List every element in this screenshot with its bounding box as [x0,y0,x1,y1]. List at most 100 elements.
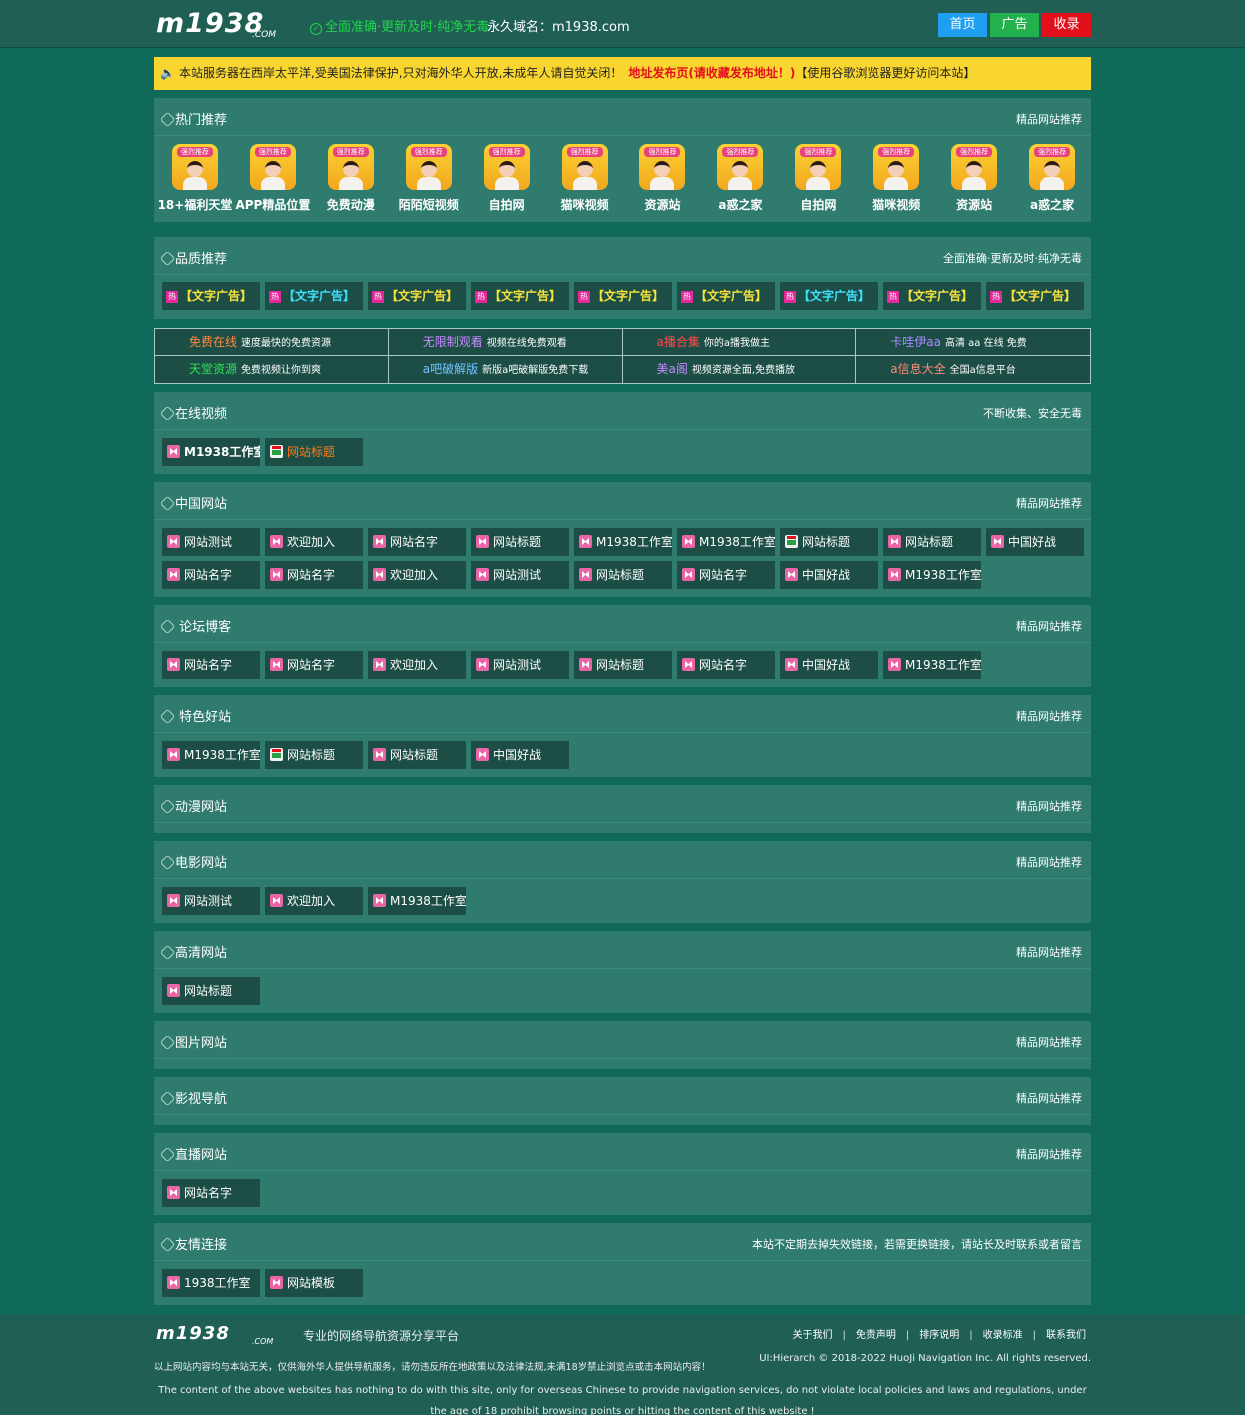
footer-logo[interactable]: m1938 .COM [156,1325,301,1347]
site-tile[interactable]: 网站标题 [883,528,981,556]
site-tile[interactable]: 欢迎加入 [265,528,363,556]
site-tile[interactable]: 网站测试 [471,651,569,679]
footer-link-separator: | [969,1330,973,1341]
site-tile[interactable]: 欢迎加入 [368,561,466,589]
featured-link-desc: 高清 aa 在线 免费 [944,338,1027,349]
site-tile[interactable]: 网站名字 [162,651,260,679]
slogan-text: 全面准确·更新及时·纯净无毒 [325,20,490,35]
footer-link[interactable]: 免责声明 [856,1330,896,1341]
footer-link[interactable]: 收录标准 [983,1330,1023,1341]
footer-link[interactable]: 联系我们 [1046,1330,1086,1341]
avatar-body [572,177,597,190]
footer-link[interactable]: 排序说明 [919,1330,959,1341]
text-ad[interactable]: 热【文字广告】 [574,282,672,310]
hot-item[interactable]: 强烈推荐 陌陌短视频 [390,144,468,213]
hot-item[interactable]: 强烈推荐 18+福利天堂 [156,144,234,213]
featured-link[interactable]: 美a阁 视频资源全面,免费播放 [623,356,857,383]
footer-link-separator: | [842,1330,846,1341]
site-tile[interactable]: 网站测试 [471,561,569,589]
site-tile[interactable]: 欢迎加入 [265,887,363,915]
avatar-face [888,161,905,177]
site-tile[interactable]: 1938工作室 [162,1269,260,1297]
site-tile[interactable]: 中国好战 [780,651,878,679]
ad-button[interactable]: 广告 [990,13,1039,37]
site-tile[interactable]: 网站标题 [265,741,363,769]
site-tile[interactable]: M1938工作室 [883,561,981,589]
featured-link[interactable]: 天堂资源 免费视频让你到爽 [155,356,389,383]
text-ad[interactable]: 热【文字广告】 [780,282,878,310]
site-tile[interactable]: M1938工作室 [368,887,466,915]
site-tile-label: 网站标题 [287,445,336,459]
featured-link[interactable]: 免费在线 速度最快的免费资源 [155,329,389,356]
text-ad[interactable]: 热【文字广告】 [986,282,1084,310]
site-tile[interactable]: 网站标题 [162,977,260,1005]
site-tile[interactable]: 网站测试 [162,528,260,556]
featured-link[interactable]: 无限制观看 视频在线免费观看 [388,329,623,356]
site-tile[interactable]: 中国好战 [986,528,1084,556]
site-tile[interactable]: 网站标题 [368,741,466,769]
site-tile-label: 网站标题 [184,984,233,998]
featured-link[interactable]: a吧破解版 新版a吧破解版免费下载 [389,356,623,383]
text-ad[interactable]: 热【文字广告】 [677,282,775,310]
hot-item[interactable]: 强烈推荐 免费动漫 [312,144,390,213]
hot-item[interactable]: 强烈推荐 a惑之家 [1013,144,1091,213]
hot-item[interactable]: 强烈推荐 自拍网 [779,144,857,213]
hot-recommend-section: 热门推荐 精品网站推荐 强烈推荐 18+福利天堂 强烈推荐 APP精品位置 强烈推荐 免费… [154,98,1091,222]
site-tile[interactable]: 网站标题 [574,561,672,589]
site-tile[interactable]: 网站标题 [574,651,672,679]
text-ad[interactable]: 热【文字广告】 [883,282,981,310]
hot-item[interactable]: 强烈推荐 APP精品位置 [234,144,312,213]
hot-item[interactable]: 强烈推荐 自拍网 [468,144,546,213]
text-ad[interactable]: 热【文字广告】 [471,282,569,310]
text-ad[interactable]: 热【文字广告】 [162,282,260,310]
home-button[interactable]: 首页 [938,13,987,37]
site-tile[interactable]: M1938工作室 [574,528,672,556]
site-tile[interactable]: 网站模板 [265,1269,363,1297]
featured-link[interactable]: a播合集 你的a播我做主 [622,329,857,356]
text-ad[interactable]: 热【文字广告】 [368,282,466,310]
featured-link-name: 免费在线 [189,335,238,349]
hot-item-label: 自拍网 [800,198,837,212]
recommend-badge: 强烈推荐 [176,147,213,157]
recommend-badge: 强烈推荐 [254,147,291,157]
publish-page-link[interactable]: 地址发布页(请收藏发布地址！) [628,66,795,80]
link-icon [159,250,176,267]
hot-item[interactable]: 强烈推荐 猫咪视频 [546,144,624,213]
site-tile[interactable]: 中国好战 [780,561,878,589]
site-tile[interactable]: M1938工作室 [883,651,981,679]
site-tile[interactable]: 中国好战 [471,741,569,769]
site-tile[interactable]: 网站名字 [677,561,775,589]
site-tile[interactable]: M1938工作室 [677,528,775,556]
avatar-body [494,177,519,190]
section-forum: 论坛博客 精品网站推荐 网站名字 网站名字 欢迎加入 网站测试 网站标题 网站名字 中国好战 M1… [154,605,1091,687]
hot-item[interactable]: 强烈推荐 资源站 [624,144,702,213]
quality-recommend-section: 品质推荐 全面准确·更新及时·纯净无毒 热【文字广告】热【文字广告】热【文字广告… [154,237,1091,319]
hot-item[interactable]: 强烈推荐 猫咪视频 [857,144,935,213]
site-tile[interactable]: M1938工作室 [162,438,260,466]
site-tile[interactable]: 网站名字 [368,528,466,556]
site-tile[interactable]: 网站名字 [265,561,363,589]
site-tile[interactable]: M1938工作室 [162,741,260,769]
site-tile[interactable]: 网站标题 [780,528,878,556]
site-tile[interactable]: 网站标题 [265,438,363,466]
site-tile[interactable]: 网站名字 [162,1179,260,1207]
site-tile[interactable]: 网站测试 [162,887,260,915]
featured-link[interactable]: a信息大全 全国a信息平台 [856,356,1090,383]
app-icon: 强烈推荐 [639,144,686,190]
site-logo[interactable]: m1938 .COM [156,10,301,40]
site-tile[interactable]: 网站名字 [265,651,363,679]
footer-link[interactable]: 关于我们 [793,1330,833,1341]
hot-item[interactable]: 强烈推荐 a惑之家 [701,144,779,213]
recommend-badge: 强烈推荐 [488,147,525,157]
text-ad-label: 【文字广告】 [695,289,768,303]
site-tile[interactable]: 网站名字 [162,561,260,589]
site-tile[interactable]: 网站标题 [471,528,569,556]
site-tile[interactable]: 网站名字 [677,651,775,679]
featured-link[interactable]: 卡哇伊aa 高清 aa 在线 免费 [856,329,1090,356]
hot-item[interactable]: 强烈推荐 资源站 [935,144,1013,213]
butterfly-icon [888,568,901,581]
submit-site-button[interactable]: 收录 [1042,13,1091,37]
featured-link-name: a播合集 [656,335,700,349]
site-tile[interactable]: 欢迎加入 [368,651,466,679]
text-ad[interactable]: 热【文字广告】 [265,282,363,310]
